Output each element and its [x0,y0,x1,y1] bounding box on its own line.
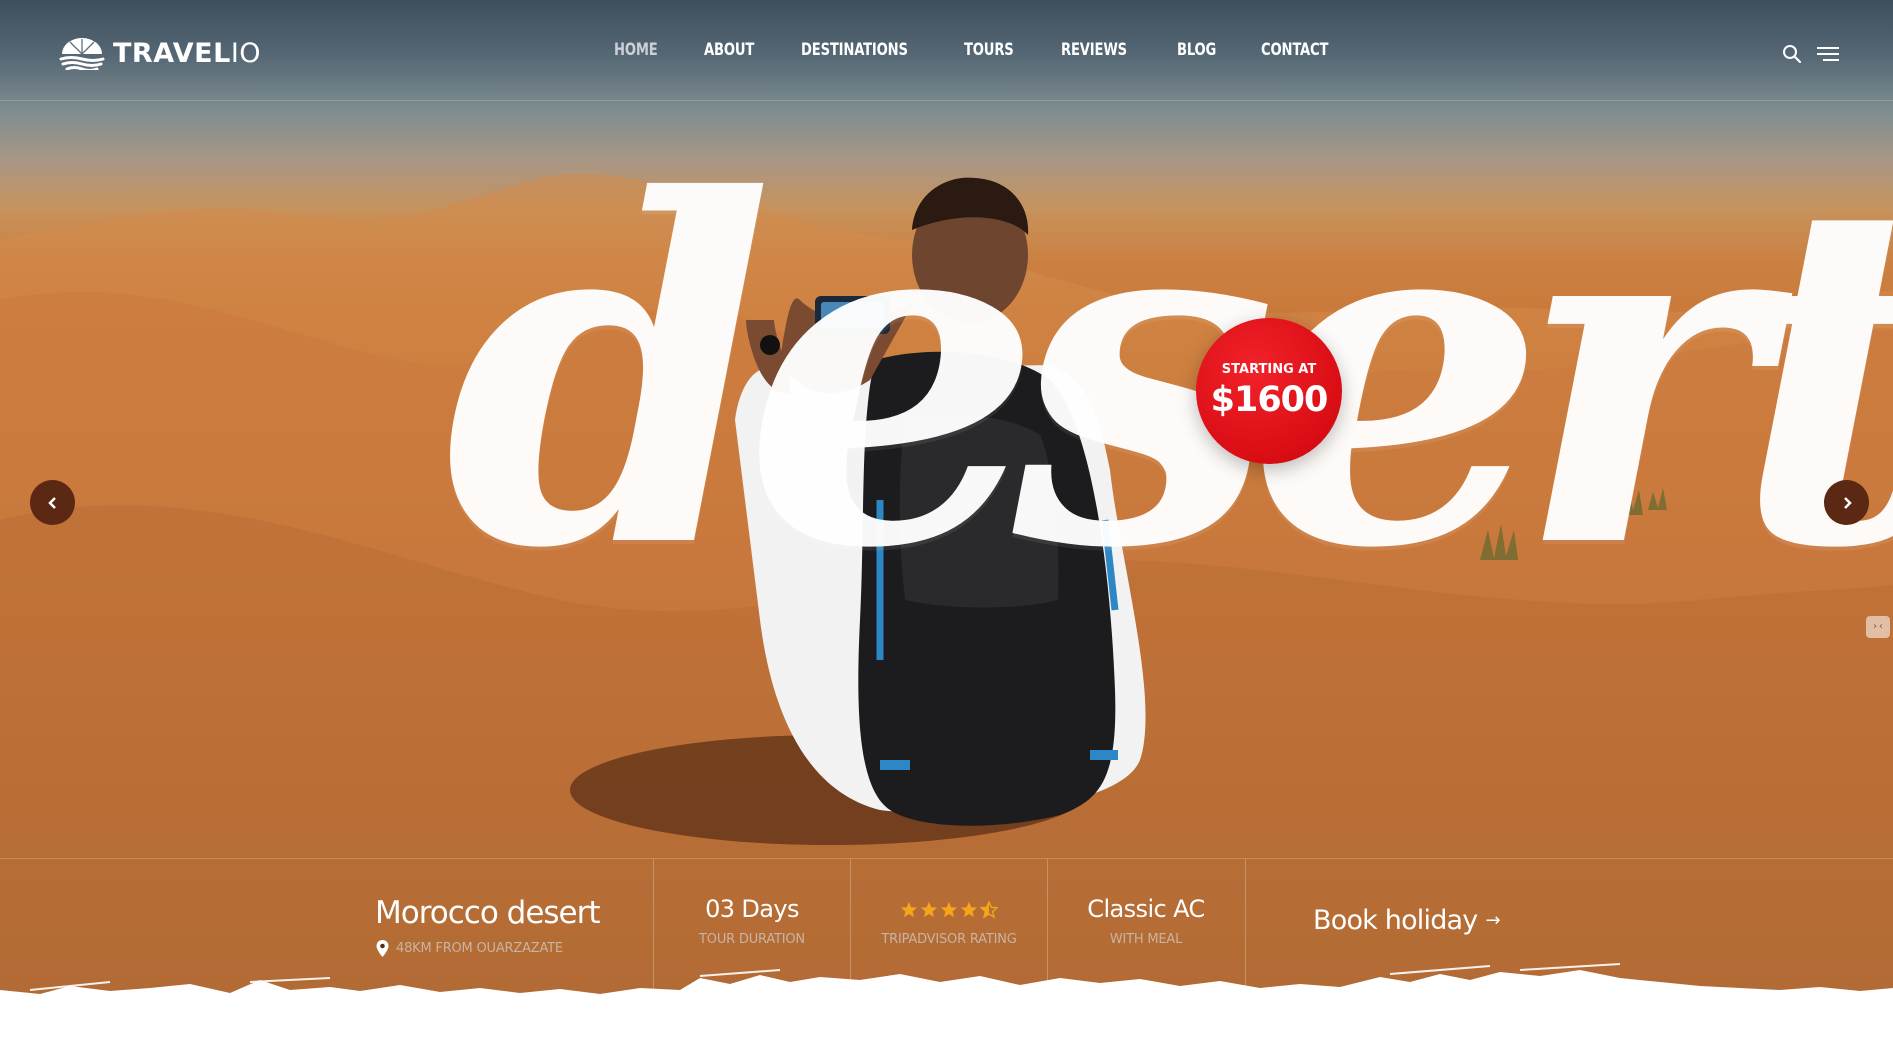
stat-meal-value: Classic AC [1087,895,1205,923]
book-holiday-label: Book holiday [1313,905,1478,936]
map-pin-icon [376,940,389,957]
badge-price: $1600 [1210,380,1329,420]
star-icon [900,901,918,918]
logo-text-bold: TRAVEL [113,37,231,69]
hamburger-menu-icon[interactable] [1817,46,1839,62]
stat-meal-label: WITH MEAL [1109,932,1183,947]
price-badge: STARTING AT $1600 [1196,318,1342,464]
star-icon [960,901,978,918]
sun-waves-logo-icon [59,38,105,70]
book-holiday-button[interactable]: Book holiday → [1313,905,1501,936]
star-half-icon [980,901,998,919]
nav-reviews[interactable]: REVIEWS [1061,40,1127,60]
slider-next-button[interactable] [1824,480,1869,525]
site-header: TRAVELIO HOME ABOUT DESTINATIONS TOURS R… [0,0,1893,101]
star-icon [940,901,958,918]
nav-about[interactable]: ABOUT [704,40,754,60]
main-nav: HOME ABOUT DESTINATIONS TOURS REVIEWS BL… [614,40,1378,60]
nav-contact[interactable]: CONTACT [1261,40,1328,60]
stat-duration-value: 03 Days [705,895,799,923]
brush-stroke-edge [0,963,1893,1041]
tour-location-text: 48KM FROM OUARZAZATE [396,941,563,956]
logo-text-thin: IO [230,37,262,69]
slider-prev-button[interactable] [30,480,75,525]
search-icon[interactable] [1782,44,1802,64]
stat-rating-label: TRIPADVISOR RATING [881,932,1017,947]
chevron-right-icon [1843,496,1852,509]
logo-text: TRAVELIO [113,38,261,69]
nav-destinations[interactable]: DESTINATIONS [801,40,908,60]
logo[interactable]: TRAVELIO [59,36,261,70]
arrow-right-icon: → [1485,910,1500,931]
tour-location: 48KM FROM OUARZAZATE [376,940,563,957]
tour-title: Morocco desert [375,895,601,931]
nav-home[interactable]: HOME [614,40,658,60]
rating-stars [851,895,1047,925]
chevron-left-icon [47,496,56,509]
stat-rating: TRIPADVISOR RATING [851,895,1047,947]
stat-duration-label: TOUR DURATION [699,932,805,947]
badge-starting-at: STARTING AT [1221,362,1317,377]
stat-duration: 03 Days TOUR DURATION [654,895,850,947]
nav-blog[interactable]: BLOG [1177,40,1216,60]
side-panel-toggle[interactable]: ›‹ [1866,616,1890,638]
nav-tours[interactable]: TOURS [964,40,1014,60]
star-icon [920,901,938,918]
stat-meal: Classic AC WITH MEAL [1048,895,1244,947]
